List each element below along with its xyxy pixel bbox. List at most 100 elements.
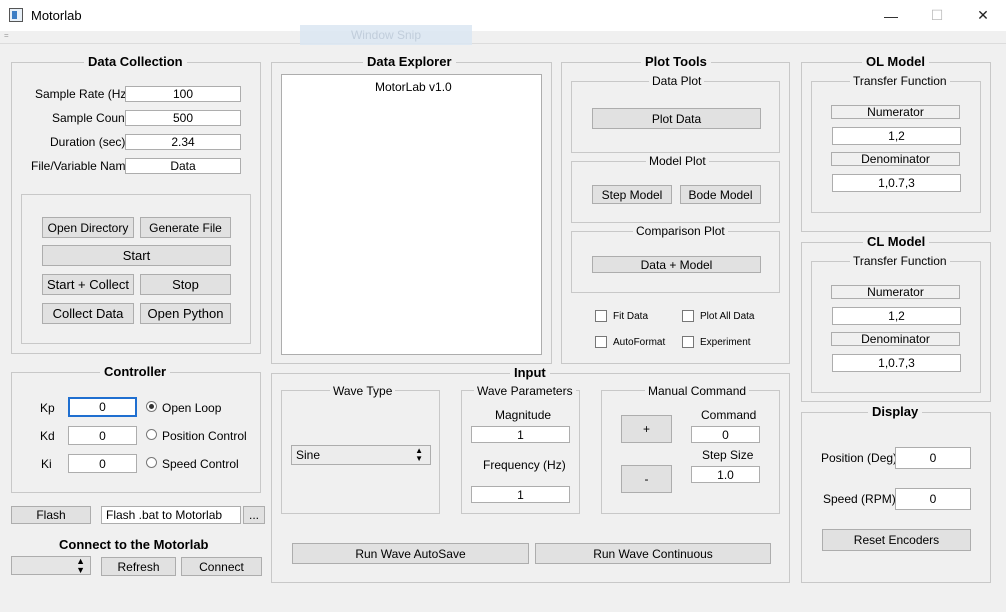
plot-tools-title: Plot Tools xyxy=(641,54,711,69)
kd-label: Kd xyxy=(40,429,55,443)
data-collection-title: Data Collection xyxy=(84,54,187,69)
open-loop-label: Open Loop xyxy=(162,401,222,415)
autoformat-checkbox[interactable] xyxy=(595,336,607,348)
stop-button[interactable]: Stop xyxy=(140,274,231,295)
ki-label: Ki xyxy=(41,457,52,471)
list-item[interactable]: MotorLab v1.0 xyxy=(375,80,452,94)
wave-type-value: Sine xyxy=(296,448,321,462)
comparison-plot-title: Comparison Plot xyxy=(633,224,728,238)
magnitude-input[interactable]: 1 xyxy=(471,426,570,443)
menu-strip xyxy=(0,31,1006,44)
kp-input[interactable]: 0 xyxy=(68,397,137,417)
cl-denominator-input[interactable]: 1,0.7,3 xyxy=(832,354,961,372)
bode-model-button[interactable]: Bode Model xyxy=(680,185,761,204)
duration-input[interactable]: 2.34 xyxy=(125,134,241,150)
minimize-icon[interactable]: — xyxy=(868,0,914,31)
sample-count-input[interactable]: 500 xyxy=(125,110,241,126)
speed-value: 0 xyxy=(895,488,971,510)
ol-denominator-input[interactable]: 1,0.7,3 xyxy=(832,174,961,192)
magnitude-label: Magnitude xyxy=(495,408,552,422)
updown-arrows-icon: ▲ ▼ xyxy=(76,556,85,575)
ol-numerator-input[interactable]: 1,2 xyxy=(832,127,961,145)
plot-all-data-label: Plot All Data xyxy=(700,311,755,322)
connect-button[interactable]: Connect xyxy=(181,557,262,576)
frequency-label: Frequency (Hz) xyxy=(483,458,566,472)
minus-button[interactable]: - xyxy=(621,465,672,493)
plus-button[interactable]: + xyxy=(621,415,672,443)
file-label: File/Variable Name xyxy=(31,159,133,173)
wave-type-title: Wave Type xyxy=(330,384,396,398)
plot-data-button[interactable]: Plot Data xyxy=(592,108,761,129)
frequency-input[interactable]: 1 xyxy=(471,486,570,503)
ol-tf-group xyxy=(811,81,981,213)
start-button[interactable]: Start xyxy=(42,245,231,266)
fit-data-checkbox[interactable] xyxy=(595,310,607,322)
plot-all-data-checkbox[interactable] xyxy=(682,310,694,322)
reset-encoders-button[interactable]: Reset Encoders xyxy=(822,529,971,551)
kd-input[interactable]: 0 xyxy=(68,426,137,445)
open-python-button[interactable]: Open Python xyxy=(140,303,231,324)
experiment-checkbox[interactable] xyxy=(682,336,694,348)
close-icon[interactable]: ✕ xyxy=(960,0,1006,31)
start-collect-button[interactable]: Start + Collect xyxy=(42,274,134,295)
experiment-label: Experiment xyxy=(700,337,751,348)
cl-numerator-input[interactable]: 1,2 xyxy=(832,307,961,325)
position-control-label: Position Control xyxy=(162,429,247,443)
grip-icon: = xyxy=(4,31,9,40)
position-value: 0 xyxy=(895,447,971,469)
ol-model-title: OL Model xyxy=(862,54,929,69)
speed-control-radio[interactable] xyxy=(146,457,157,468)
port-select[interactable]: ▲ ▼ xyxy=(11,556,91,575)
speed-label: Speed (RPM) xyxy=(823,492,896,506)
flash-path-input[interactable]: Flash .bat to Motorlab xyxy=(101,506,241,524)
duration-label: Duration (sec) xyxy=(50,135,126,149)
command-input[interactable]: 0 xyxy=(691,426,760,443)
app-icon xyxy=(9,8,23,22)
wave-type-select[interactable]: Sine ▲ ▼ xyxy=(291,445,431,465)
collect-data-button[interactable]: Collect Data xyxy=(42,303,134,324)
sample-count-label: Sample Count xyxy=(52,111,129,125)
cl-numerator-label: Numerator xyxy=(831,285,960,299)
cl-denominator-label: Denominator xyxy=(831,332,960,346)
cl-model-title: CL Model xyxy=(863,234,930,249)
file-input[interactable]: Data xyxy=(125,158,241,174)
input-title: Input xyxy=(510,365,550,380)
step-model-button[interactable]: Step Model xyxy=(592,185,672,204)
ol-denominator-label: Denominator xyxy=(831,152,960,166)
ol-tf-title: Transfer Function xyxy=(850,74,950,88)
cl-tf-group xyxy=(811,261,981,393)
controller-title: Controller xyxy=(100,364,171,379)
kp-label: Kp xyxy=(40,401,55,415)
data-explorer-list[interactable] xyxy=(281,74,542,355)
display-title: Display xyxy=(868,404,923,419)
connect-title: Connect to the Motorlab xyxy=(59,537,209,552)
browse-button[interactable]: ... xyxy=(243,506,265,524)
ol-numerator-label: Numerator xyxy=(831,105,960,119)
position-control-radio[interactable] xyxy=(146,429,157,440)
step-size-label: Step Size xyxy=(702,448,754,462)
model-plot-title: Model Plot xyxy=(646,154,709,168)
refresh-button[interactable]: Refresh xyxy=(101,557,176,576)
ki-input[interactable]: 0 xyxy=(68,454,137,473)
cl-tf-title: Transfer Function xyxy=(850,254,950,268)
data-model-button[interactable]: Data + Model xyxy=(592,256,761,273)
manual-command-title: Manual Command xyxy=(645,384,750,398)
window-title: Motorlab xyxy=(31,8,82,23)
flash-button[interactable]: Flash xyxy=(11,506,91,524)
speed-control-label: Speed Control xyxy=(162,457,239,471)
run-wave-autosave-button[interactable]: Run Wave AutoSave xyxy=(292,543,529,564)
wave-params-title: Wave Parameters xyxy=(474,384,576,398)
open-directory-button[interactable]: Open Directory xyxy=(42,217,134,238)
data-plot-title: Data Plot xyxy=(649,74,705,88)
window-snip-overlay: Window Snip xyxy=(300,25,472,45)
autoformat-label: AutoFormat xyxy=(613,337,666,348)
maximize-icon[interactable]: ☐ xyxy=(914,0,960,31)
step-size-input[interactable]: 1.0 xyxy=(691,466,760,483)
title-bar xyxy=(0,0,1006,31)
run-wave-continuous-button[interactable]: Run Wave Continuous xyxy=(535,543,771,564)
sample-rate-input[interactable]: 100 xyxy=(125,86,241,102)
sample-rate-label: Sample Rate (Hz) xyxy=(35,87,131,101)
generate-file-button[interactable]: Generate File xyxy=(140,217,231,238)
open-loop-radio[interactable] xyxy=(146,401,157,412)
command-label: Command xyxy=(701,408,757,422)
